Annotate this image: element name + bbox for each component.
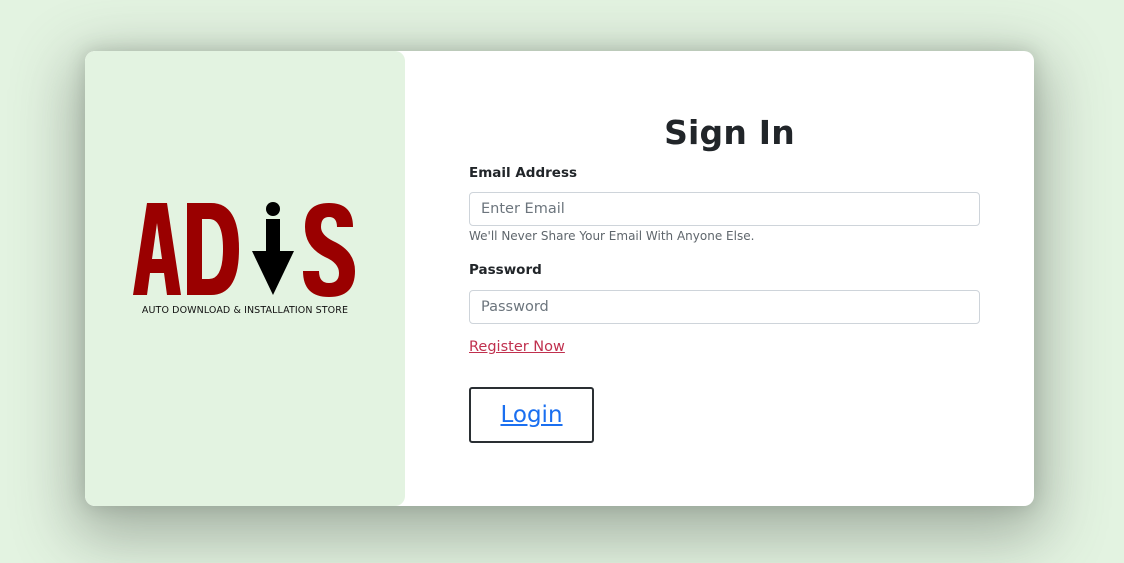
adis-logo-mark [133, 202, 355, 297]
password-label: Password [469, 262, 542, 278]
adis-logo: AUTO DOWNLOAD & INSTALLATION STORE [131, 199, 359, 319]
register-now-link[interactable]: Register Now [469, 339, 565, 355]
page-title: Sign In [664, 113, 795, 152]
sign-in-form: Sign In Email Address We'll Never Share … [405, 51, 1034, 506]
brand-panel: AUTO DOWNLOAD & INSTALLATION STORE [85, 51, 405, 506]
password-field[interactable] [469, 290, 980, 324]
logo-tagline: AUTO DOWNLOAD & INSTALLATION STORE [141, 305, 349, 316]
login-button[interactable]: Login [469, 387, 594, 443]
email-field[interactable] [469, 192, 980, 226]
sign-in-card: AUTO DOWNLOAD & INSTALLATION STORE Sign … [85, 51, 1034, 506]
email-label: Email Address [469, 165, 578, 181]
email-help-text: We'll Never Share Your Email With Anyone… [469, 229, 755, 243]
